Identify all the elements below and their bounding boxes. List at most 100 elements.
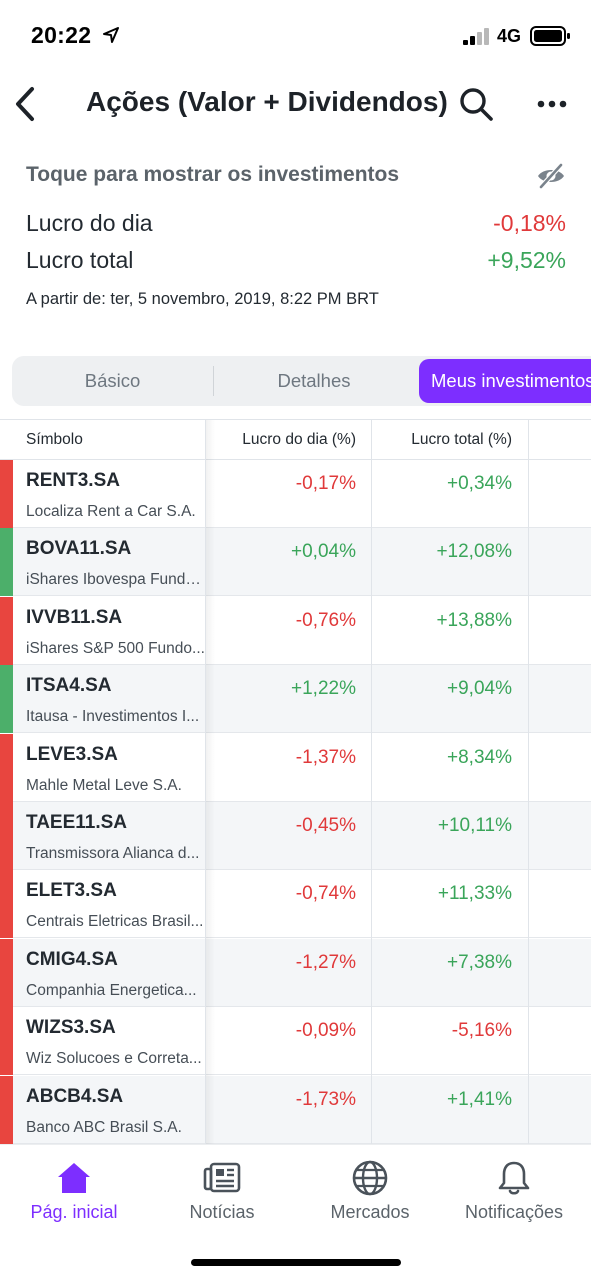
total-profit-cell: +0,34% (447, 473, 512, 494)
total-profit-cell: +9,04% (447, 678, 512, 700)
bell-icon (498, 1161, 530, 1195)
nav-home[interactable]: Pág. inicial (0, 1159, 148, 1223)
trend-down-bar (0, 596, 13, 665)
total-profit-cell: +12,08% (436, 541, 512, 563)
table-header: Símbolo Lucro do dia (%) Lucro total (%) (0, 420, 591, 460)
column-divider (371, 420, 372, 1144)
trend-down-bar (0, 802, 13, 870)
nav-markets[interactable]: Mercados (296, 1159, 444, 1223)
app-header: Ações (Valor + Dividendos) (0, 72, 591, 138)
page-title: Ações (Valor + Dividendos) (86, 86, 448, 117)
company-name: Wiz Solucoes e Correta... (26, 1050, 202, 1068)
trend-down-bar (0, 1007, 13, 1076)
trend-down-bar (0, 733, 13, 802)
column-divider (205, 420, 206, 1144)
table-row[interactable]: ITSA4.SA Itausa - Investimentos I... +1,22… (0, 665, 591, 734)
tab-meus-investimentos[interactable]: Meus investimentos (419, 359, 591, 403)
search-icon[interactable] (458, 86, 494, 122)
eye-hidden-icon[interactable] (536, 162, 566, 190)
nav-notifications[interactable]: Notificações (440, 1159, 588, 1223)
as-of-timestamp: A partir de: ter, 5 novembro, 2019, 8:22… (26, 290, 379, 308)
ticker-symbol: RENT3.SA (26, 470, 120, 491)
overflow-column-cell: + (530, 678, 591, 700)
day-profit-cell: -1,27% (295, 951, 356, 973)
company-name: iShares S&P 500 Fundo... (26, 639, 205, 657)
overflow-column-cell: + (530, 541, 591, 563)
ticker-symbol: ITSA4.SA (26, 675, 112, 697)
show-investments-row[interactable]: Toque para mostrar os investimentos (26, 150, 566, 204)
frozen-column-shadow (205, 420, 215, 1144)
trend-up-bar (0, 528, 13, 597)
tab-basico[interactable]: Básico (12, 356, 213, 406)
globe-icon (352, 1160, 388, 1196)
day-profit-label: Lucro do dia (26, 210, 153, 236)
day-profit-cell: -0,76% (295, 609, 356, 631)
table-row[interactable]: CMIG4.SA Companhia Energetica... -1,27% +7,… (0, 938, 591, 1007)
show-investments-hint[interactable]: Toque para mostrar os investimentos (26, 163, 399, 187)
ticker-symbol: ELET3.SA (26, 880, 117, 902)
holdings-table: Símbolo Lucro do dia (%) Lucro total (%)… (0, 419, 591, 1144)
day-profit-row: Lucro do dia -0,18% (26, 204, 566, 241)
total-profit-cell: +7,38% (447, 951, 512, 973)
table-row[interactable]: BOVA11.SA iShares Ibovespa Fundo... +0,04%… (0, 528, 591, 597)
table-row[interactable]: ABCB4.SA Banco ABC Brasil S.A. -1,73% +1,41… (0, 1075, 591, 1144)
battery-icon (530, 26, 570, 46)
company-name: Itausa - Investimentos I... (26, 708, 200, 726)
company-name: Mahle Metal Leve S.A. (26, 776, 182, 794)
table-row[interactable]: IVVB11.SA iShares S&P 500 Fundo... -0,76% +… (0, 596, 591, 665)
tab-detalhes[interactable]: Detalhes (214, 356, 414, 406)
total-profit-cell: -5,16% (451, 1020, 512, 1042)
status-bar: 20:22 4G (0, 0, 591, 72)
day-profit-value: -0,18% (493, 210, 566, 236)
day-profit-cell: -1,73% (295, 1088, 356, 1110)
total-profit-label: Lucro total (26, 247, 134, 273)
overflow-column-cell: + (530, 610, 591, 632)
ticker-symbol: WIZS3.SA (26, 1017, 116, 1039)
day-profit-cell: -0,74% (295, 883, 356, 905)
column-header-symbol[interactable]: Símbolo (26, 420, 83, 460)
trend-down-bar (0, 1075, 13, 1144)
nav-news[interactable]: Notícias (148, 1159, 296, 1223)
ticker-symbol: BOVA11.SA (26, 538, 132, 560)
table-row[interactable]: RENT3.SA Localiza Rent a Car S.A. -0,17% +0… (0, 460, 591, 528)
news-icon (203, 1162, 241, 1193)
table-row[interactable]: ELET3.SA Centrais Eletricas Brasil... -0,7… (0, 870, 591, 939)
location-arrow-icon (103, 27, 119, 43)
home-icon (58, 1163, 90, 1193)
total-profit-row: Lucro total +9,52% (26, 241, 566, 278)
trend-up-bar (0, 665, 13, 734)
day-profit-cell: +0,04% (291, 541, 356, 563)
day-profit-cell: +1,22% (291, 678, 356, 700)
nav-label: Mercados (330, 1202, 410, 1222)
ticker-symbol: LEVE3.SA (26, 743, 118, 765)
trend-down-bar (0, 870, 13, 939)
more-options-icon[interactable] (535, 94, 569, 114)
column-header-day-profit[interactable]: Lucro do dia (%) (215, 420, 356, 460)
total-profit-cell: +1,41% (447, 1088, 512, 1110)
company-name: Companhia Energetica... (26, 981, 197, 999)
total-profit-value: +9,52% (487, 247, 566, 273)
company-name: Transmissora Alianca d... (26, 845, 200, 862)
total-profit-cell: +8,34% (447, 746, 512, 768)
ticker-symbol: IVVB11.SA (26, 606, 123, 628)
table-row[interactable]: LEVE3.SA Mahle Metal Leve S.A. -1,37% +8,34… (0, 733, 591, 802)
day-profit-cell: -1,37% (295, 746, 356, 768)
home-indicator (191, 1259, 401, 1266)
day-profit-cell: -0,45% (295, 815, 356, 836)
company-name: Localiza Rent a Car S.A. (26, 503, 196, 520)
day-profit-cell: -0,09% (295, 1020, 356, 1042)
back-arrow-icon[interactable] (10, 84, 40, 124)
status-time: 20:22 (31, 22, 92, 48)
nav-label: Pág. inicial (30, 1202, 118, 1222)
network-type: 4G (497, 26, 522, 46)
total-profit-cell: +10,11% (437, 815, 512, 836)
table-row[interactable]: WIZS3.SA Wiz Solucoes e Correta... -0,09% -… (0, 1007, 591, 1076)
company-name: iShares Ibovespa Fundo... (26, 571, 206, 589)
ticker-symbol: TAEE11.SA (26, 812, 128, 833)
trend-down-bar (0, 460, 13, 528)
view-tabs: Básico Detalhes Meus investimentos (12, 356, 591, 406)
total-profit-cell: +13,88% (436, 609, 512, 631)
trend-down-bar (0, 938, 13, 1007)
column-header-total-profit[interactable]: Lucro total (%) (372, 420, 512, 460)
table-row[interactable]: TAEE11.SA Transmissora Alianca d... -0,45%… (0, 802, 591, 870)
